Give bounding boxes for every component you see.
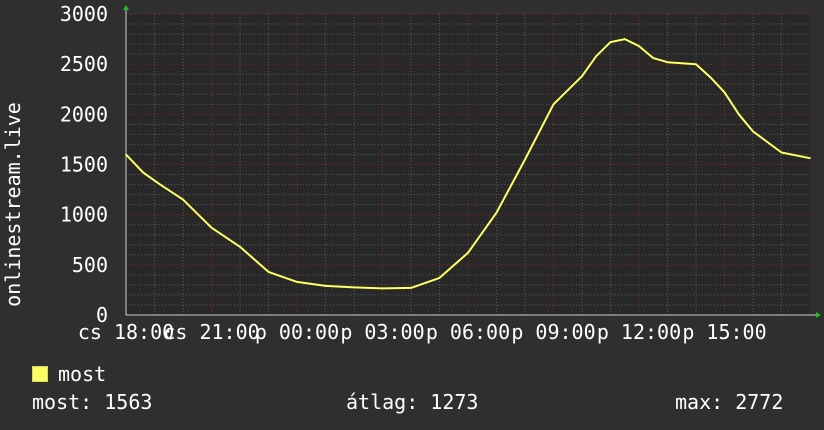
data-point — [623, 38, 626, 40]
data-point — [552, 103, 555, 106]
x-tick-label: p 09:00 — [511, 320, 595, 344]
stat-max: max: 2772 — [675, 390, 784, 414]
x-tick-label: p 00:00 — [255, 320, 339, 344]
y-axis-title: onlinestream.live — [1, 102, 25, 307]
y-tick-label: 3000 — [60, 2, 108, 26]
y-tick-label: 500 — [72, 253, 108, 277]
data-point — [581, 75, 583, 78]
line-chart: 050010001500200025003000cs 18:00cs 21:00… — [1, 2, 821, 344]
data-point — [695, 63, 697, 65]
data-point — [159, 183, 161, 186]
y-axis-arrow — [123, 5, 129, 10]
data-point — [438, 277, 441, 279]
x-tick-label: cs 21:00 — [163, 320, 259, 344]
y-tick-label: 2000 — [60, 102, 108, 126]
chart-root: 0 500 1000 1500 2000 2500 3000 cs 18:00 cs 21:00… — [0, 0, 824, 430]
data-point — [467, 251, 469, 254]
data-point — [381, 287, 384, 290]
x-tick-label: p 12:00 — [597, 320, 681, 344]
legend-swatch-most — [32, 366, 48, 382]
y-tick-label: 1000 — [60, 203, 108, 227]
data-point — [142, 171, 144, 174]
data-point — [524, 158, 526, 161]
stat-current: most: 1563 — [32, 390, 153, 414]
data-point — [182, 198, 184, 201]
data-point — [210, 226, 213, 229]
data-point — [609, 41, 612, 43]
data-point — [324, 285, 327, 287]
legend-label-most: most — [58, 362, 107, 386]
data-point — [638, 45, 640, 47]
data-point — [652, 57, 655, 59]
x-axis-arrow — [816, 312, 821, 318]
data-point — [709, 76, 712, 79]
data-point — [410, 287, 412, 289]
x-tick-label: p 15:00 — [682, 320, 766, 344]
data-point — [595, 55, 598, 57]
y-tick-label: 2500 — [60, 52, 108, 76]
x-tick-label: cs 18:00 — [78, 320, 174, 344]
data-point — [125, 153, 127, 156]
legend: most — [32, 362, 106, 386]
x-tick-label: p 06:00 — [426, 320, 510, 344]
data-point — [780, 151, 783, 154]
stat-average: átlag: 1273 — [346, 390, 479, 414]
data-point — [809, 157, 811, 159]
y-tick-label: 1500 — [60, 153, 108, 177]
x-tick-label: p 03:00 — [340, 320, 424, 344]
data-point — [723, 91, 726, 94]
data-point — [239, 245, 241, 248]
data-point — [267, 271, 270, 273]
data-point — [752, 130, 754, 133]
data-point — [296, 281, 298, 283]
data-point — [666, 61, 669, 63]
data-point — [737, 113, 740, 116]
data-point — [495, 211, 498, 214]
data-point — [353, 286, 355, 289]
